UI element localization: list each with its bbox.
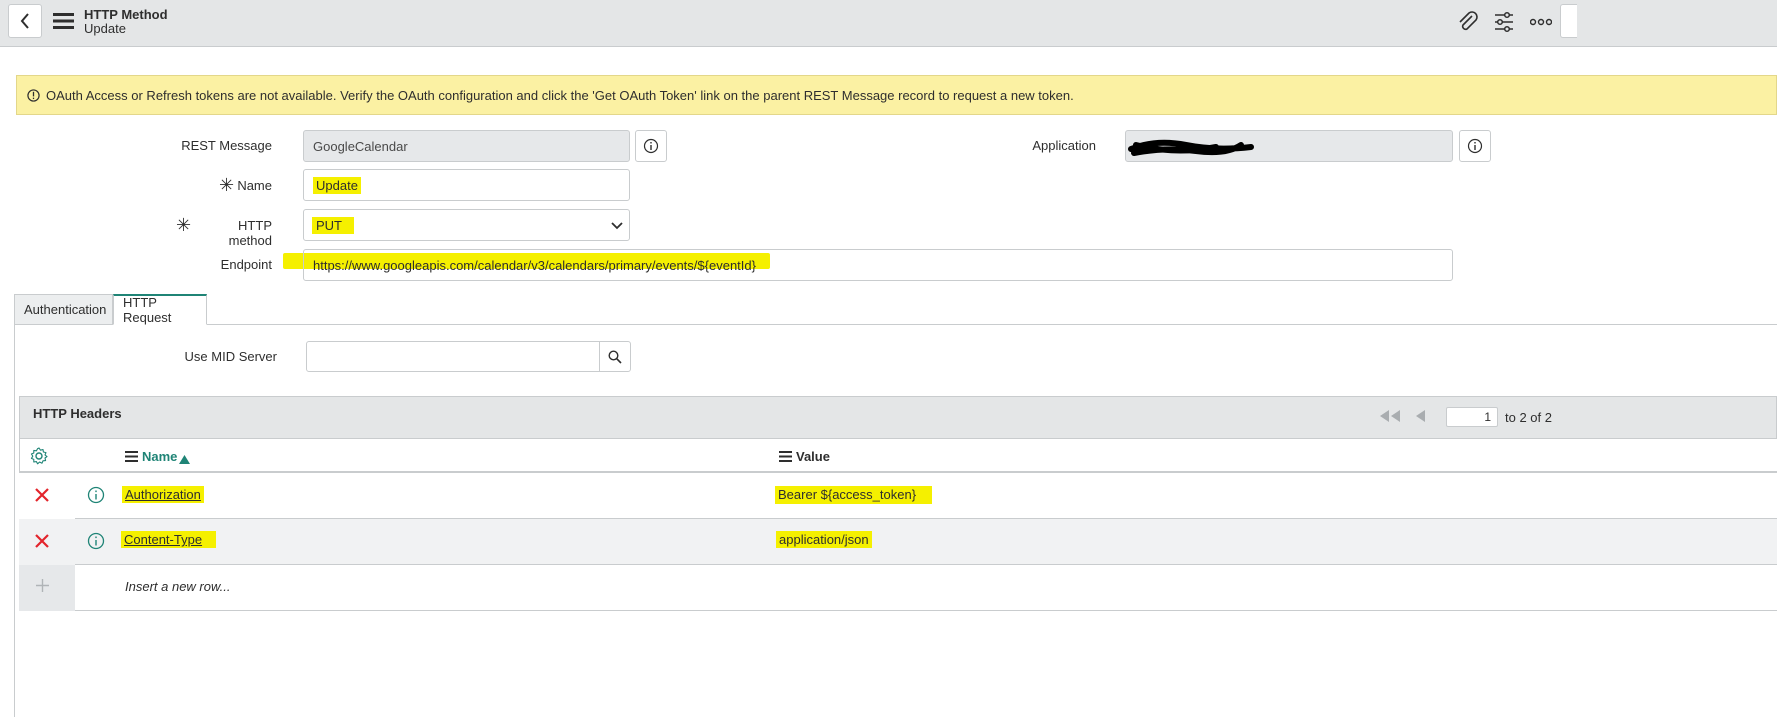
header-value-text: application/json [776, 531, 872, 548]
header-name-link[interactable]: Authorization [122, 486, 204, 503]
add-row-icon[interactable] [36, 579, 49, 595]
rest-message-info-button[interactable] [635, 130, 667, 162]
header-name-cell[interactable]: Content-Type [121, 531, 217, 548]
tab-divider [207, 324, 1777, 325]
mid-server-label: Use MID Server [184, 349, 277, 364]
http-method-label: HTTP method [228, 218, 272, 248]
delete-row-icon[interactable] [35, 534, 49, 551]
sort-ascending-icon[interactable] [179, 452, 190, 467]
delete-row-icon[interactable] [35, 488, 49, 505]
oauth-warning-alert: OAuth Access or Refresh tokens are not a… [16, 75, 1777, 115]
alert-message: OAuth Access or Refresh tokens are not a… [46, 87, 1074, 103]
page-subtitle: Update [84, 21, 126, 36]
tab-panel-border [14, 325, 15, 717]
http-method-select[interactable]: PUT [303, 209, 630, 241]
page-title: HTTP Method [84, 7, 168, 22]
pager-range-text: to 2 of 2 [1505, 410, 1552, 425]
mid-server-lookup-button[interactable] [599, 341, 631, 372]
warning-circle-icon [27, 88, 40, 102]
first-page-icon[interactable] [1378, 410, 1402, 425]
header-edge-button[interactable] [1560, 4, 1577, 38]
rest-message-field[interactable]: GoogleCalendar [303, 130, 630, 162]
name-input[interactable]: Update [303, 169, 630, 201]
http-headers-title: HTTP Headers [33, 406, 122, 421]
back-button[interactable] [8, 4, 42, 38]
chevron-left-icon [20, 13, 29, 29]
chevron-down-icon [611, 222, 623, 230]
list-settings-gear-icon[interactable] [30, 447, 48, 468]
sliders-icon[interactable] [1491, 10, 1517, 34]
application-label: Application [1032, 138, 1096, 153]
insert-new-row-placeholder[interactable]: Insert a new row... [125, 579, 231, 594]
table-row [19, 519, 1777, 565]
header-value-cell: application/json [776, 531, 872, 548]
value-column-header[interactable]: Value [796, 449, 830, 464]
info-icon [643, 138, 659, 154]
name-column-menu-icon[interactable] [125, 450, 138, 465]
redaction-scribble [1128, 139, 1254, 156]
search-icon [608, 349, 622, 364]
tab-authentication[interactable]: Authentication [14, 294, 113, 325]
info-icon [1467, 138, 1483, 154]
row-info-icon[interactable] [87, 486, 105, 507]
http-method-value: PUT [312, 216, 354, 234]
application-info-button[interactable] [1459, 130, 1491, 162]
header-value-cell: Bearer ${access_token} [775, 486, 933, 504]
row-info-icon[interactable] [87, 532, 105, 553]
required-asterisk-icon: ✳ [176, 215, 192, 235]
previous-page-icon[interactable] [1414, 410, 1426, 425]
endpoint-value: https://www.googleapis.com/calendar/v3/c… [313, 257, 756, 273]
value-column-menu-icon[interactable] [779, 450, 792, 465]
header-name-cell[interactable]: Authorization [122, 486, 204, 503]
more-icon[interactable] [1528, 10, 1554, 34]
list-column-header-row [19, 439, 1777, 473]
rest-message-label: REST Message [181, 138, 272, 153]
mid-server-input[interactable] [306, 341, 600, 372]
insert-row[interactable] [19, 565, 1777, 611]
tab-http-request[interactable]: HTTP Request [113, 294, 207, 325]
application-field[interactable] [1125, 130, 1453, 162]
name-column-header[interactable]: Name [142, 449, 177, 464]
header-name-link[interactable]: Content-Type [121, 531, 217, 548]
endpoint-label: Endpoint [220, 257, 272, 272]
page-number-input[interactable]: 1 [1446, 407, 1498, 427]
header-value-text: Bearer ${access_token} [775, 486, 933, 504]
hamburger-icon[interactable] [53, 12, 74, 30]
paperclip-icon[interactable] [1455, 10, 1481, 34]
name-value: Update [313, 176, 361, 194]
name-label: Name [237, 178, 272, 193]
endpoint-input[interactable]: https://www.googleapis.com/calendar/v3/c… [303, 249, 1453, 281]
